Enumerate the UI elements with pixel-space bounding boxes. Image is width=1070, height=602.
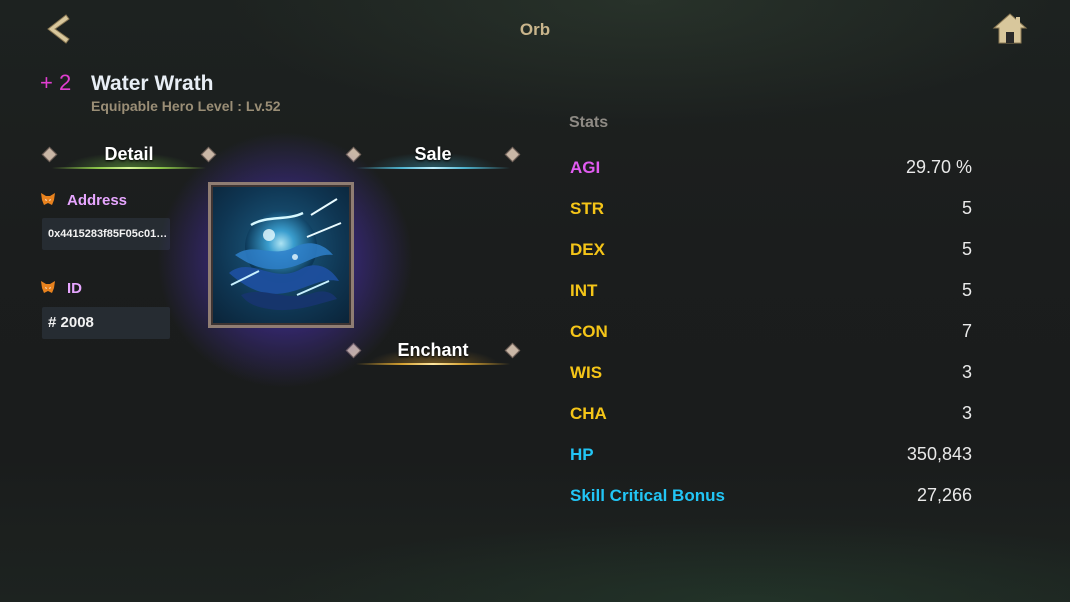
item-name: Water Wrath: [91, 72, 214, 95]
stat-value: 7: [961, 321, 972, 341]
metamask-fox-icon: [41, 281, 55, 293]
stat-value: 5: [961, 239, 972, 259]
stat-row: CON 7: [570, 314, 972, 355]
back-arrow-icon: [47, 14, 70, 44]
equip-level-requirement: Equipable Hero Level : Lv.52: [91, 98, 281, 114]
metamask-fox-icon: [41, 193, 55, 205]
stats-title: Stats: [569, 114, 609, 131]
stat-value: 3: [961, 362, 972, 382]
stat-row: CHA 3: [570, 396, 972, 437]
stat-value: 5: [961, 198, 972, 218]
stat-row: WIS 3: [570, 355, 972, 396]
enhance-level: + 2: [40, 70, 72, 95]
stat-name: CON: [570, 322, 608, 341]
water-wrath-orb-art: [229, 198, 342, 311]
stat-value: 29.70 %: [905, 157, 972, 177]
stat-row: Skill Critical Bonus 27,266: [570, 478, 972, 519]
stat-name: WIS: [570, 363, 603, 382]
stat-name: HP: [570, 445, 594, 464]
stat-name: CHA: [570, 404, 607, 423]
stat-row: AGI 29.70 %: [570, 150, 972, 191]
home-button[interactable]: [992, 12, 1028, 46]
back-button[interactable]: [42, 12, 76, 46]
home-icon: [992, 13, 1028, 44]
stat-value: 27,266: [916, 485, 972, 505]
address-label: Address: [67, 192, 128, 209]
stats-list: AGI 29.70 % STR 5 DEX 5 INT 5 CON 7 WIS 3 CHA 3 HP 350,…: [570, 150, 972, 519]
stat-name: AGI: [570, 158, 601, 177]
stat-name: INT: [570, 281, 598, 300]
stat-name: Skill Critical Bonus: [570, 486, 725, 505]
stat-name: STR: [570, 199, 604, 218]
page-title: Orb: [519, 20, 551, 39]
stat-value: 3: [961, 403, 972, 423]
stat-row: INT 5: [570, 273, 972, 314]
stat-value: 350,843: [906, 444, 972, 464]
id-label: ID: [67, 280, 82, 297]
stat-value: 5: [961, 280, 972, 300]
stat-row: DEX 5: [570, 232, 972, 273]
stat-row: STR 5: [570, 191, 972, 232]
stat-name: DEX: [570, 240, 605, 259]
stat-row: HP 350,843: [570, 437, 972, 478]
